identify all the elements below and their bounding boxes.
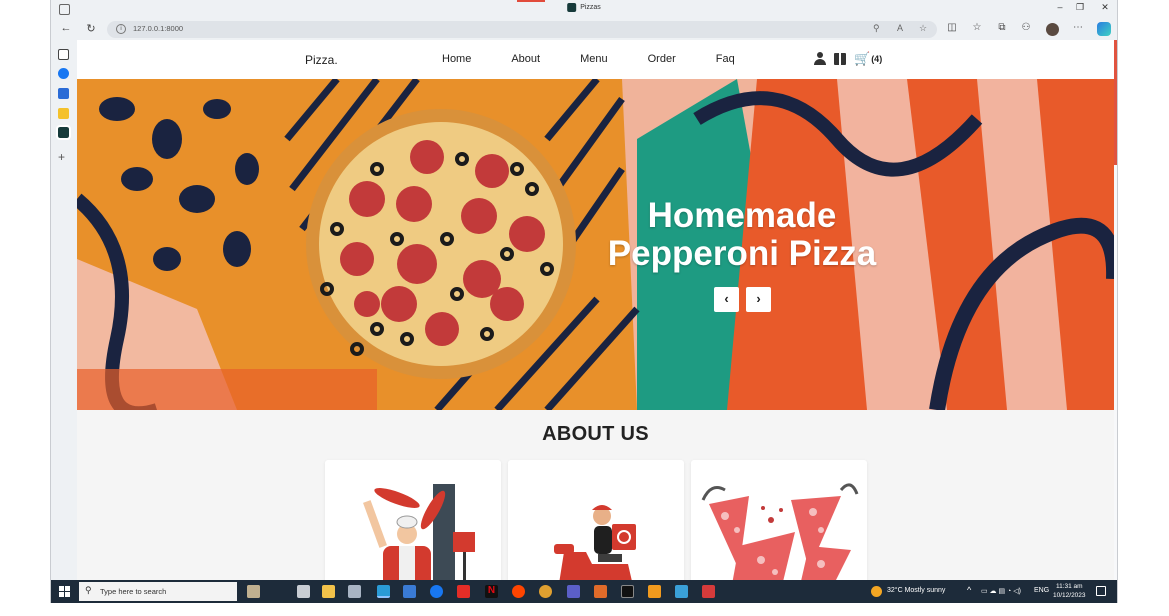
restore-icon[interactable]: ❐ [1069, 2, 1091, 13]
window-title: Pizzas [567, 3, 601, 12]
tab-accent [517, 0, 545, 2]
refresh-icon[interactable]: ↻ [84, 22, 98, 35]
close-icon[interactable]: ✕ [1094, 2, 1116, 13]
netflix-icon[interactable]: N [485, 585, 498, 598]
taskbar-search-text[interactable]: Type here to search [100, 587, 166, 596]
address-bar-row: ← ↻ i 127.0.0.1:8000 ⚲ A ☆ ◫ ☆ ⧉ ⚇ ⋯ [51, 19, 1117, 40]
start-windows-icon[interactable] [59, 586, 70, 597]
site-info-icon[interactable]: i [116, 24, 126, 34]
page-viewport: Pizza. Home About Menu Order Faq 🛒 (4) H… [77, 40, 1114, 580]
facebook-taskbar-icon[interactable] [430, 585, 443, 598]
site-favicon-icon [567, 3, 577, 12]
clock-date: 10/12/2023 [1053, 592, 1086, 599]
nav-icon-group: 🛒 (4) [814, 51, 882, 67]
site-navbar: Pizza. Home About Menu Order Faq 🛒 (4) [77, 40, 1114, 79]
task-view-icon[interactable] [297, 585, 310, 598]
store-icon[interactable] [348, 585, 361, 598]
browser-sidebar: + [51, 40, 77, 580]
hero-background-art [77, 79, 1114, 410]
language-indicator[interactable]: ENG [1034, 587, 1049, 594]
menu-item-home[interactable]: Home [442, 53, 471, 65]
hero-title: Homemade Pepperoni Pizza [597, 197, 887, 273]
carousel-prev-button[interactable]: ‹ [714, 287, 739, 312]
hero-title-line2: Pepperoni Pizza [607, 234, 877, 273]
copilot-icon[interactable] [1097, 22, 1111, 36]
sublime-text-icon[interactable] [648, 585, 661, 598]
back-icon[interactable]: ← [59, 22, 73, 34]
edge-browser-icon[interactable] [377, 585, 390, 598]
medal-app-icon[interactable] [539, 585, 552, 598]
url-text[interactable]: 127.0.0.1:8000 [133, 24, 183, 33]
more-menu-icon[interactable]: ⋯ [1071, 22, 1085, 33]
about-card-pizza-slices [691, 460, 867, 580]
gift-icon[interactable] [834, 53, 846, 65]
taskbar-clock[interactable]: 11:31 am 10/12/2023 [1053, 582, 1086, 600]
reddit-icon[interactable] [512, 585, 525, 598]
facebook-icon[interactable] [58, 68, 69, 79]
media-player-icon[interactable] [567, 585, 580, 598]
cart-icon: 🛒 [854, 51, 871, 66]
menu-item-about[interactable]: About [511, 53, 540, 65]
tray-chevron-icon[interactable]: ^ [967, 585, 971, 595]
weather-text[interactable]: 32°C Mostly sunny [887, 587, 945, 594]
split-screen-icon[interactable]: ◫ [945, 22, 959, 33]
main-menu: Home About Menu Order Faq [442, 53, 775, 65]
tab-title: Pizzas [580, 4, 601, 11]
tray-status-icons[interactable]: ▭ ☁ ▤ ◔ ◁) [981, 587, 1021, 595]
about-card-chef [325, 460, 501, 580]
cart-button[interactable]: 🛒 (4) [854, 51, 882, 67]
xampp-icon[interactable] [594, 585, 607, 598]
favorite-star-icon[interactable]: ☆ [919, 23, 927, 34]
extensions-icon[interactable]: ⚇ [1019, 22, 1033, 33]
page-scrollbar[interactable] [1114, 40, 1117, 165]
hero-banner: Homemade Pepperoni Pizza ‹ › [77, 79, 1114, 410]
about-title: ABOUT US [542, 423, 649, 445]
clock-time: 11:31 am [1055, 583, 1083, 590]
cart-count: (4) [871, 54, 883, 64]
site-brand[interactable]: Pizza. [305, 53, 338, 67]
app-icon-red[interactable] [702, 585, 715, 598]
add-sidebar-app-icon[interactable]: + [58, 150, 65, 164]
search-icon: ⚲ [85, 585, 92, 595]
notification-icon[interactable] [1096, 586, 1106, 596]
delivery-rider-illustration [554, 505, 636, 580]
read-aloud-icon[interactable]: A [897, 23, 903, 33]
chef-illustration [363, 484, 475, 580]
windows-taskbar: ⚲ Type here to search N 32°C Mostly sunn… [51, 580, 1117, 603]
favorites-icon[interactable]: ☆ [970, 22, 984, 33]
hero-title-line1: Homemade [647, 196, 837, 235]
pizza-site-icon[interactable] [56, 125, 71, 140]
title-bar: Pizzas – ❐ ✕ [51, 0, 1117, 19]
slides-app-icon[interactable] [58, 108, 69, 119]
collections-icon[interactable]: ⧉ [995, 22, 1009, 33]
address-bar[interactable]: i 127.0.0.1:8000 ⚲ A ☆ [107, 21, 937, 38]
zoom-icon[interactable]: ⚲ [873, 23, 880, 34]
image-app-icon[interactable] [58, 88, 69, 99]
user-icon[interactable] [814, 52, 826, 66]
pizza-slices-illustration [701, 483, 859, 580]
youtube-icon[interactable] [457, 585, 470, 598]
browser-window: Pizzas – ❐ ✕ ← ↻ i 127.0.0.1:8000 ⚲ A ☆ … [50, 0, 1118, 603]
sidebar-tabs-icon[interactable] [58, 49, 69, 60]
terminal-icon[interactable] [621, 585, 634, 598]
menu-item-faq[interactable]: Faq [716, 53, 735, 65]
file-explorer-icon[interactable] [322, 585, 335, 598]
mail-icon[interactable] [403, 585, 416, 598]
taskbar-search[interactable]: ⚲ Type here to search [79, 582, 237, 601]
profile-avatar[interactable] [1046, 23, 1059, 36]
minimize-icon[interactable]: – [1049, 2, 1071, 12]
menu-item-order[interactable]: Order [648, 53, 676, 65]
weather-icon[interactable] [871, 586, 882, 597]
menu-item-menu[interactable]: Menu [580, 53, 608, 65]
notepad-icon[interactable] [675, 585, 688, 598]
workspaces-icon[interactable] [59, 4, 70, 15]
about-card-delivery [508, 460, 684, 580]
carousel-next-button[interactable]: › [746, 287, 771, 312]
